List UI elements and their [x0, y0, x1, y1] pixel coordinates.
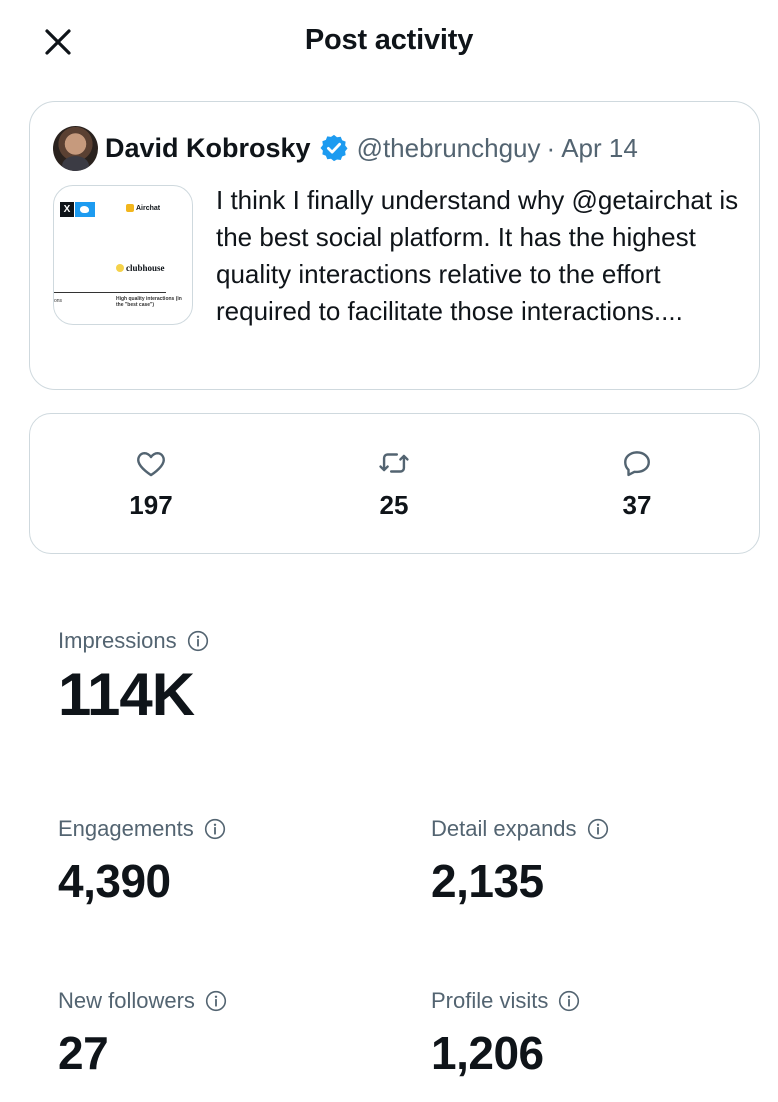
- post-author-row: David Kobrosky @thebrunchguy · Apr 14: [105, 130, 638, 166]
- verified-badge-icon: [319, 133, 349, 163]
- reposts-metric[interactable]: 25: [334, 446, 454, 521]
- impressions-label-row: Impressions: [58, 628, 209, 654]
- repost-icon: [379, 453, 409, 473]
- new-followers-label: New followers: [58, 988, 195, 1013]
- heart-icon: [137, 452, 165, 477]
- engagements-label-row: Engagements: [58, 816, 226, 842]
- likes-count: 197: [129, 490, 173, 520]
- author-handle[interactable]: @thebrunchguy: [357, 133, 541, 164]
- new-followers-value: 27: [58, 1027, 109, 1079]
- new-followers-stat: New followers 27: [58, 988, 227, 1080]
- detail-expands-label: Detail expands: [431, 816, 577, 841]
- page-title: Post activity: [304, 24, 474, 56]
- thumbnail-right-label: High quality interactions (in the "best …: [116, 296, 182, 308]
- new-followers-label-row: New followers: [58, 988, 227, 1014]
- likes-metric[interactable]: 197: [91, 446, 211, 521]
- x-logo-icon: X: [60, 202, 74, 217]
- impressions-label: Impressions: [58, 628, 177, 653]
- engagements-stat: Engagements 4,390: [58, 816, 226, 908]
- thumbnail-left-label: ons: [54, 298, 63, 304]
- post-date[interactable]: Apr 14: [561, 133, 638, 164]
- engagement-summary-card: 197 25 37: [29, 413, 760, 554]
- airchat-icon: [126, 204, 134, 212]
- impressions-value: 114K: [58, 661, 195, 728]
- profile-visits-value: 1,206: [431, 1027, 544, 1079]
- thumbnail-axis-line: [54, 292, 166, 293]
- replies-metric[interactable]: 37: [577, 446, 697, 521]
- profile-visits-stat: Profile visits 1,206: [431, 988, 580, 1080]
- airchat-label: Airchat: [136, 204, 161, 212]
- profile-visits-label-row: Profile visits: [431, 988, 580, 1014]
- reposts-count: 25: [379, 490, 409, 520]
- airchat-logo: Airchat: [126, 204, 160, 212]
- detail-expands-value: 2,135: [431, 855, 544, 907]
- avatar[interactable]: [53, 126, 98, 171]
- post-image-thumbnail[interactable]: X Airchat clubhouse ons High quality int…: [53, 185, 193, 325]
- profile-visits-label: Profile visits: [431, 988, 549, 1013]
- author-name[interactable]: David Kobrosky: [105, 133, 311, 164]
- detail-expands-label-row: Detail expands: [431, 816, 609, 842]
- info-icon[interactable]: [205, 990, 227, 1012]
- post-preview-card[interactable]: David Kobrosky @thebrunchguy · Apr 14 X …: [29, 101, 760, 390]
- clubhouse-label: clubhouse: [126, 263, 165, 273]
- impressions-stat: Impressions 114K: [58, 628, 209, 729]
- separator-dot: ·: [546, 132, 556, 163]
- engagements-label: Engagements: [58, 816, 194, 841]
- twitter-logo-icon: [75, 202, 95, 217]
- clubhouse-icon: [116, 264, 124, 272]
- post-text: I think I finally understand why @getair…: [216, 185, 739, 326]
- header: Post activity: [0, 0, 778, 84]
- detail-expands-stat: Detail expands 2,135: [431, 816, 609, 908]
- engagements-value: 4,390: [58, 855, 171, 907]
- reply-icon: [624, 451, 650, 477]
- info-icon[interactable]: [558, 990, 580, 1012]
- info-icon[interactable]: [587, 818, 609, 840]
- clubhouse-logo: clubhouse: [116, 263, 165, 273]
- replies-count: 37: [622, 490, 652, 520]
- info-icon[interactable]: [187, 630, 209, 652]
- info-icon[interactable]: [204, 818, 226, 840]
